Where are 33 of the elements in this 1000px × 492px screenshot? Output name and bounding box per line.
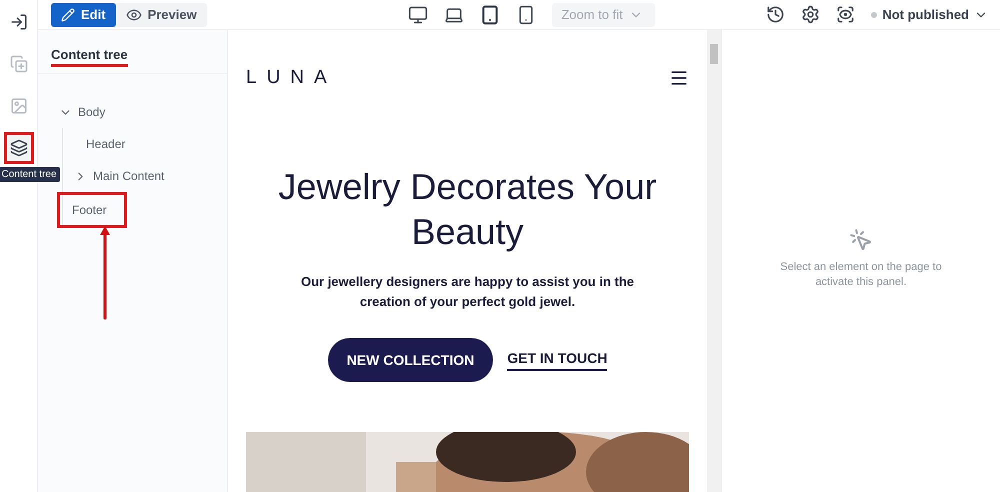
exit-icon [10, 13, 28, 31]
pointer-icon [849, 228, 873, 252]
add-icon [10, 55, 28, 73]
site-logo[interactable]: LUNA [246, 67, 337, 89]
tree-item[interactable]: Header [71, 128, 128, 160]
tree-item[interactable]: Footer [57, 192, 127, 228]
collection-button[interactable]: NEW COLLECTION [328, 338, 494, 382]
desktop-icon [408, 4, 428, 24]
tree-item[interactable]: Body [56, 96, 108, 128]
inspector-hint: Select an element on the page to activate this panel. [779, 260, 943, 290]
tablet-icon [480, 4, 500, 24]
image-icon [10, 97, 28, 115]
mode-tab[interactable]: Preview [116, 2, 207, 26]
hero-heading: Jewelry Decorates Your Beauty [277, 165, 658, 254]
preview-button[interactable] [836, 5, 856, 24]
device-button[interactable] [480, 4, 500, 24]
settings-icon [801, 5, 820, 24]
preview-icon [836, 5, 856, 24]
hero-text: Our jewellery designers are happy to assist you in the creation of your perfect gold jewel. [300, 273, 636, 311]
contact-link[interactable]: GET IN TOUCH [507, 350, 608, 370]
settings-button[interactable] [801, 5, 820, 24]
mode-tab[interactable]: Edit [51, 2, 116, 26]
history-button[interactable] [766, 5, 786, 24]
device-button[interactable] [408, 4, 428, 24]
panel-title[interactable]: Content tree [51, 47, 128, 67]
tooltip: Content tree [0, 167, 60, 182]
history-icon [766, 5, 786, 24]
status-dropdown[interactable]: Not published [871, 7, 988, 22]
pencil-icon [61, 8, 75, 22]
eye-icon [126, 6, 142, 22]
scrollbar-thumb[interactable] [710, 44, 718, 64]
tree-item[interactable]: Main Content [71, 160, 168, 192]
layers-icon [10, 139, 28, 157]
